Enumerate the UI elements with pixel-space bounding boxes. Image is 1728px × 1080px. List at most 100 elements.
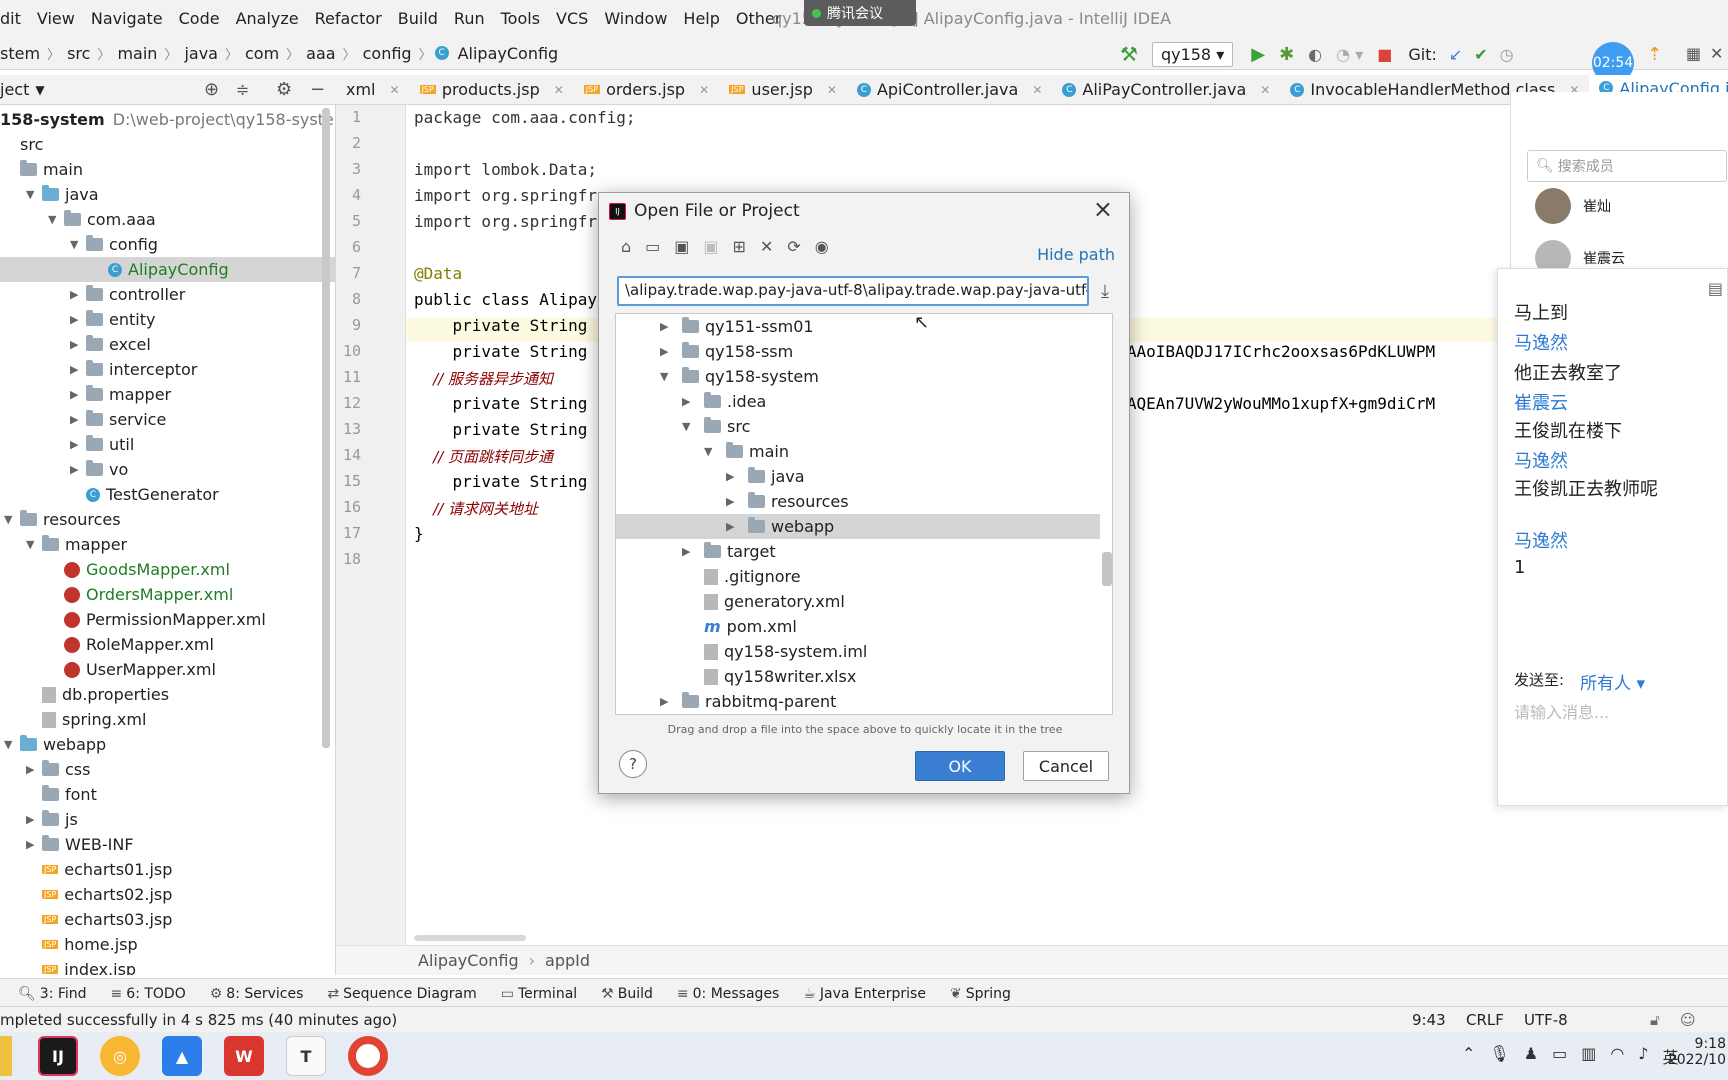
close-icon[interactable]: ✕ xyxy=(699,83,709,97)
editor-crumb-field[interactable]: appId xyxy=(545,951,590,970)
desktop-icon[interactable]: ▭ xyxy=(645,237,660,256)
breadcrumb-item[interactable]: main xyxy=(113,44,161,63)
collapsed-arrow-icon[interactable]: ▶ xyxy=(70,388,86,401)
dialog-tree-item[interactable]: ▶ resources xyxy=(616,489,1100,514)
dialog-tree-item[interactable]: ▶ webapp xyxy=(616,514,1100,539)
dialog-tree-item[interactable]: ▶ qy151-ssm01 xyxy=(616,314,1100,339)
tree-item[interactable]: ▶ util xyxy=(0,432,335,457)
git-history-icon[interactable]: ◷ xyxy=(1500,45,1514,64)
tree-item[interactable]: db.properties xyxy=(0,682,335,707)
git-push-icon[interactable]: ⇡ xyxy=(1647,44,1662,65)
close-icon[interactable]: × xyxy=(1093,195,1113,223)
dialog-tree-item[interactable]: .gitignore xyxy=(616,564,1100,589)
close-icon[interactable]: ✕ xyxy=(554,83,564,97)
tree-item[interactable]: ▶ vo xyxy=(0,457,335,482)
menu-item[interactable]: Refactor xyxy=(307,9,390,28)
dialog-tree-item[interactable]: ▼ qy158-system xyxy=(616,364,1100,389)
wps-taskbar-icon[interactable]: W xyxy=(224,1036,264,1076)
tree-item[interactable]: ▼ java xyxy=(0,182,335,207)
expanded-arrow-icon[interactable]: ▼ xyxy=(4,738,20,751)
tree-item[interactable]: C AlipayConfig xyxy=(0,257,335,282)
tree-item[interactable]: JSP index.jsp xyxy=(0,957,335,975)
stop-icon[interactable]: ■ xyxy=(1377,45,1392,64)
chevron-down-icon[interactable]: ▼ xyxy=(35,83,44,97)
project-root[interactable]: 158-system D:\web-project\qy158-system xyxy=(0,107,335,132)
dialog-tree-item[interactable]: ▶ java xyxy=(616,464,1100,489)
menu-item[interactable]: Analyze xyxy=(228,9,307,28)
editor-tab[interactable]: JSP orders.jsp ✕ xyxy=(574,75,719,104)
app-taskbar-icon[interactable]: ◎ xyxy=(100,1036,140,1076)
editor-tab[interactable]: C ApiController.java ✕ xyxy=(847,75,1052,104)
close-icon[interactable]: ✕ xyxy=(390,83,400,97)
chat-input[interactable]: 请输入消息... xyxy=(1514,699,1609,723)
hide-panel-icon[interactable]: − xyxy=(310,79,325,100)
mic-icon[interactable]: 🎙︎ xyxy=(1489,1044,1509,1068)
collapsed-arrow-icon[interactable]: ▶ xyxy=(726,470,742,483)
close-icon[interactable]: ✕ xyxy=(827,83,837,97)
breadcrumb-item[interactable]: config xyxy=(359,44,416,63)
collapsed-arrow-icon[interactable]: ▶ xyxy=(70,413,86,426)
battery-icon[interactable]: ▭ xyxy=(1552,1044,1567,1068)
expanded-arrow-icon[interactable]: ▼ xyxy=(70,238,86,251)
dialog-tree-item[interactable]: qy158-system.iml xyxy=(616,639,1100,664)
collapsed-arrow-icon[interactable]: ▶ xyxy=(70,338,86,351)
collapsed-arrow-icon[interactable]: ▶ xyxy=(70,463,86,476)
dialog-tree-item[interactable]: ▼ main xyxy=(616,439,1100,464)
cursor-position[interactable]: 9:43 xyxy=(1412,1011,1446,1029)
expanded-arrow-icon[interactable]: ▼ xyxy=(26,538,42,551)
expanded-arrow-icon[interactable]: ▼ xyxy=(26,188,42,201)
tree-item[interactable]: ▶ entity xyxy=(0,307,335,332)
close-icon[interactable]: ✕ xyxy=(1032,83,1042,97)
path-input[interactable]: \alipay.trade.wap.pay-java-utf-8\alipay.… xyxy=(617,276,1089,306)
tree-item[interactable]: UserMapper.xml xyxy=(0,657,335,682)
collapsed-arrow-icon[interactable]: ▶ xyxy=(682,545,698,558)
run-icon[interactable]: ▶ xyxy=(1251,44,1265,65)
help-button[interactable]: ? xyxy=(619,750,647,778)
ok-button[interactable]: OK xyxy=(915,751,1005,781)
menu-item[interactable]: Help xyxy=(675,9,727,28)
tree-item[interactable]: ▶ excel xyxy=(0,332,335,357)
collapsed-arrow-icon[interactable]: ▶ xyxy=(726,495,742,508)
build-hammer-icon[interactable]: ⚒ xyxy=(1120,42,1138,66)
collapsed-arrow-icon[interactable]: ▶ xyxy=(70,438,86,451)
breadcrumb-item[interactable]: com xyxy=(241,44,283,63)
tree-item[interactable]: ▶ service xyxy=(0,407,335,432)
menu-item[interactable]: Run xyxy=(446,9,493,28)
collapsed-arrow-icon[interactable]: ▶ xyxy=(660,345,676,358)
chrome-taskbar-icon[interactable] xyxy=(348,1036,388,1076)
tree-scrollbar[interactable] xyxy=(322,108,330,748)
gear-icon[interactable]: ⚙ xyxy=(276,79,292,100)
expanded-arrow-icon[interactable]: ▼ xyxy=(48,213,64,226)
breadcrumb-item[interactable]: stem xyxy=(0,44,44,63)
qq-icon[interactable]: ♟ xyxy=(1524,1044,1538,1068)
tree-item[interactable]: ▶ WEB-INF xyxy=(0,832,335,857)
home-icon[interactable]: ⌂ xyxy=(621,237,631,256)
collapse-all-icon[interactable]: ≑ xyxy=(236,80,249,99)
clock[interactable]: 9:18 2022/10 xyxy=(1666,1036,1726,1068)
tree-item[interactable]: PermissionMapper.xml xyxy=(0,607,335,632)
new-folder-icon[interactable]: ⊞ xyxy=(733,237,746,256)
expanded-arrow-icon[interactable]: ▼ xyxy=(682,420,698,433)
menu-item[interactable]: View xyxy=(29,9,83,28)
tool-window-button[interactable]: ≡ 0: Messages xyxy=(665,986,791,1002)
menu-item[interactable]: Code xyxy=(171,9,228,28)
breadcrumb-item[interactable]: java xyxy=(180,44,222,63)
tree-item[interactable]: JSP echarts02.jsp xyxy=(0,882,335,907)
hide-path-link[interactable]: Hide path xyxy=(1037,245,1115,264)
chevron-up-icon[interactable]: ⌃ xyxy=(1462,1044,1475,1068)
dialog-tree-item[interactable]: generatory.xml xyxy=(616,589,1100,614)
cancel-button[interactable]: Cancel xyxy=(1023,751,1109,781)
collapsed-arrow-icon[interactable]: ▶ xyxy=(26,838,42,851)
expanded-arrow-icon[interactable]: ▼ xyxy=(4,513,20,526)
menu-item[interactable]: Window xyxy=(596,9,675,28)
dialog-tree-item[interactable]: ▶ target xyxy=(616,539,1100,564)
tree-item[interactable]: ▶ interceptor xyxy=(0,357,335,382)
tree-item[interactable]: ▶ mapper xyxy=(0,382,335,407)
explorer-icon[interactable] xyxy=(0,1036,12,1076)
expanded-arrow-icon[interactable]: ▼ xyxy=(660,370,676,383)
expanded-arrow-icon[interactable]: ▼ xyxy=(704,445,720,458)
module-folder-icon[interactable]: ▣ xyxy=(703,237,718,256)
run-config-select[interactable]: qy158 ▾ xyxy=(1151,41,1234,67)
editor-tab[interactable]: JSP user.jsp ✕ xyxy=(719,75,847,104)
send-to-select[interactable]: 所有人 ▾ xyxy=(1580,669,1645,694)
